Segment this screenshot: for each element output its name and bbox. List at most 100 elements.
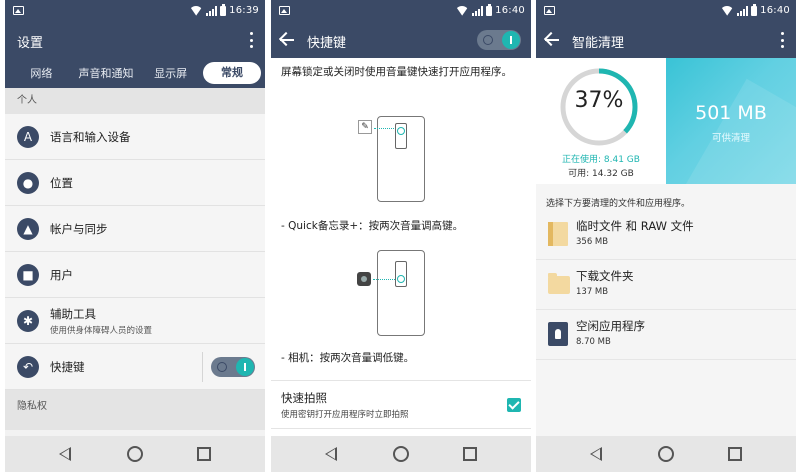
camera-icon [357, 272, 371, 286]
pointer-line [373, 279, 395, 280]
nav-home-icon[interactable] [658, 446, 674, 462]
quick-shot-checkbox[interactable] [507, 398, 521, 412]
cleanup-list: 选择下方要清理的文件和应用程序。 临时文件 和 RAW 文件 356 MB 下载… [536, 184, 796, 436]
back-arrow-icon[interactable] [279, 31, 297, 49]
status-time: 16:40 [760, 5, 790, 16]
signal-icon [206, 5, 218, 16]
status-bar: 16:40 [536, 0, 796, 22]
item-label: 语言和输入设备 [50, 130, 131, 144]
account-sync-icon: ▲ [17, 218, 39, 240]
signal-icon [472, 5, 484, 16]
toggle-off-icon [483, 35, 493, 45]
item-name: 空闲应用程序 [576, 319, 645, 333]
more-options-icon[interactable] [780, 32, 784, 48]
shortcut-keys-screen: 16:40 快捷键 屏幕锁定或关闭时使用音量键快速打开应用程序。 ✎ - Qui… [271, 0, 531, 472]
nav-home-icon[interactable] [127, 446, 143, 462]
tab-display[interactable]: 显示屏 [138, 65, 203, 81]
toggle-off-icon [217, 362, 227, 372]
screenshot-collage: 16:39 设置 网络 声音和通知 显示屏 常规 个人 A 语言和输入设备 ● … [0, 0, 800, 472]
cleanable-size: 501 MB [695, 102, 767, 124]
back-arrow-icon[interactable] [544, 31, 562, 49]
more-options-icon[interactable] [249, 32, 253, 48]
nav-back-icon[interactable] [59, 447, 71, 461]
toggle-knob [236, 358, 254, 376]
in-use-text: 正在使用: 8.41 GB [562, 155, 640, 165]
memo-caption: - Quick备忘录+：按两次音量调高键。 [281, 220, 464, 232]
camera-caption: - 相机：按两次音量调低键。 [281, 352, 415, 364]
tab-sound-notification[interactable]: 声音和通知 [74, 65, 139, 81]
section-header-personal: 个人 [5, 88, 265, 114]
app-bar: 智能清理 [536, 22, 796, 58]
pointer-line [374, 128, 394, 129]
item-sublabel: 使用供身体障碍人员的设置 [50, 326, 153, 336]
settings-tabs: 网络 声音和通知 显示屏 常规 [5, 58, 265, 88]
item-size: 137 MB [576, 287, 609, 297]
battery-icon [220, 3, 227, 16]
shortcut-toggle[interactable] [211, 357, 255, 377]
item-label: 位置 [50, 176, 73, 190]
volume-down-highlight [397, 275, 405, 283]
settings-item-language-input[interactable]: A 语言和输入设备 [5, 114, 265, 160]
gallery-notification-icon [13, 6, 24, 15]
nav-recent-apps-icon[interactable] [463, 447, 477, 461]
quick-shot-title: 快速拍照 [281, 391, 327, 405]
settings-item-accessibility[interactable]: ✱ 辅助工具 使用供身体障碍人员的设置 [5, 298, 265, 344]
shortcut-description: 屏幕锁定或关闭时使用音量键快速打开应用程序。 [281, 66, 512, 78]
tab-network[interactable]: 网络 [9, 65, 74, 81]
settings-screen: 16:39 设置 网络 声音和通知 显示屏 常规 个人 A 语言和输入设备 ● … [5, 0, 265, 472]
nav-home-icon[interactable] [393, 446, 409, 462]
cleanup-item-temp-raw[interactable]: 临时文件 和 RAW 文件 356 MB [536, 210, 796, 260]
navigation-bar [536, 436, 796, 472]
item-name: 临时文件 和 RAW 文件 [576, 219, 694, 233]
accessibility-icon: ✱ [17, 310, 39, 332]
status-time: 16:40 [495, 5, 525, 16]
divider [271, 428, 531, 429]
nav-back-icon[interactable] [590, 447, 602, 461]
cleanable-summary[interactable]: 501 MB 可供清理 [666, 58, 796, 184]
navigation-bar [5, 436, 265, 472]
item-size: 8.70 MB [576, 337, 611, 347]
battery-icon [486, 3, 493, 16]
navigation-bar [271, 436, 531, 472]
wifi-icon [720, 6, 734, 16]
shortcut-content: 屏幕锁定或关闭时使用音量键快速打开应用程序。 ✎ - Quick备忘录+：按两次… [271, 58, 531, 436]
cleanable-label: 可供清理 [711, 133, 750, 144]
wifi-icon [189, 6, 203, 16]
battery-icon [751, 3, 758, 16]
folder-icon [548, 273, 570, 294]
settings-item-shortcut-keys[interactable]: ↶ 快捷键 [5, 344, 265, 390]
shortcut-master-toggle[interactable] [477, 30, 521, 50]
signal-icon [737, 5, 749, 16]
gallery-notification-icon [279, 6, 290, 15]
app-bar: 设置 [5, 22, 265, 58]
cleanup-hint: 选择下方要清理的文件和应用程序。 [546, 199, 691, 209]
section-header-privacy: 隐私权 [5, 390, 265, 430]
item-label: 快捷键 [50, 360, 85, 374]
page-title: 智能清理 [572, 36, 625, 51]
tab-general[interactable]: 常规 [203, 62, 262, 84]
page-title: 设置 [17, 36, 44, 51]
page-title: 快捷键 [307, 36, 347, 51]
status-bar: 16:40 [271, 0, 531, 22]
nav-back-icon[interactable] [325, 447, 337, 461]
idle-app-icon [548, 322, 568, 346]
item-label: 辅助工具 [50, 307, 96, 321]
gallery-notification-icon [544, 6, 555, 15]
settings-item-users[interactable]: ■ 用户 [5, 252, 265, 298]
divider [202, 352, 203, 382]
app-bar: 快捷键 [271, 22, 531, 58]
item-size: 356 MB [576, 237, 609, 247]
wifi-icon [455, 6, 469, 16]
nav-recent-apps-icon[interactable] [728, 447, 742, 461]
cleanup-item-idle-apps[interactable]: 空闲应用程序 8.70 MB [536, 310, 796, 360]
location-icon: ● [17, 172, 39, 194]
phone-illustration-volume-down [377, 250, 425, 336]
volume-keys [395, 261, 407, 287]
quick-shot-subtitle: 使用密钥打开应用程序时立即拍照 [281, 410, 409, 420]
cleanup-item-downloads[interactable]: 下载文件夹 137 MB [536, 260, 796, 310]
nav-recent-apps-icon[interactable] [197, 447, 211, 461]
language-icon: A [17, 126, 39, 148]
quick-memo-icon: ✎ [358, 120, 372, 134]
settings-item-location[interactable]: ● 位置 [5, 160, 265, 206]
settings-item-accounts-sync[interactable]: ▲ 帐户与同步 [5, 206, 265, 252]
